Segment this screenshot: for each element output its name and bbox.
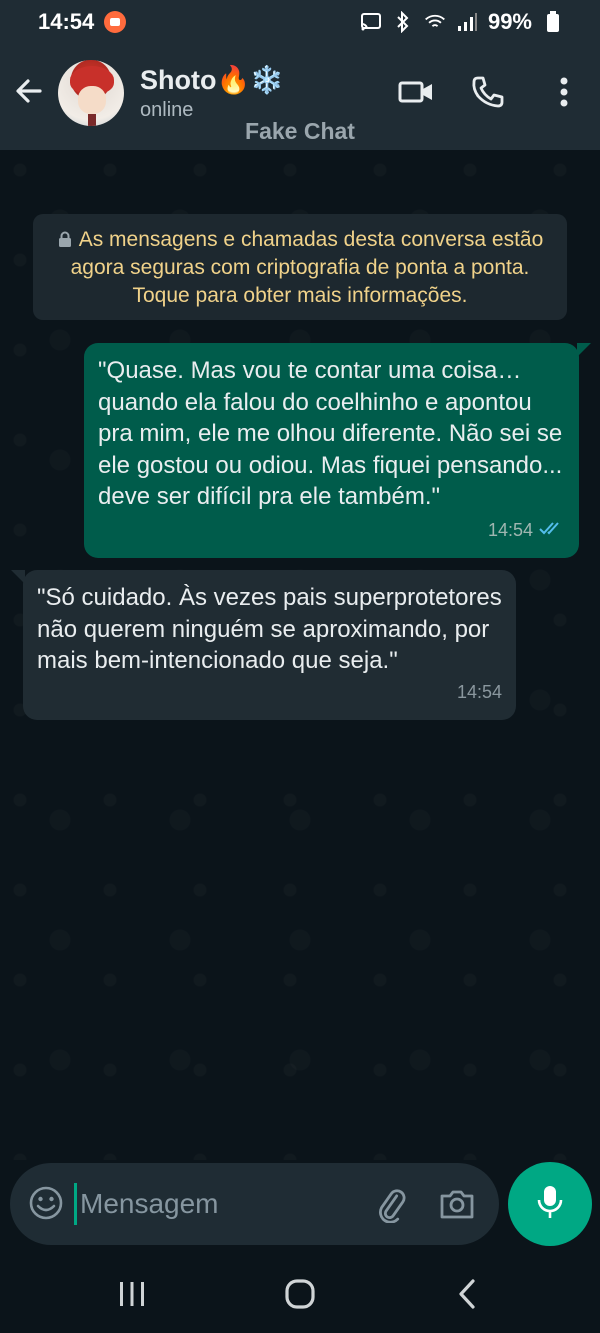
- watermark-label: Fake Chat: [245, 118, 355, 144]
- cast-icon: [360, 11, 382, 33]
- message-meta: 14:54: [488, 515, 565, 547]
- message-text: "Quase. Mas vou te contar uma coisa… qua…: [98, 357, 563, 510]
- message-text: "Só cuidado. Às vezes pais superprotetor…: [37, 584, 502, 674]
- encryption-notice[interactable]: As mensagens e chamadas desta conversa e…: [33, 214, 567, 320]
- message-meta: 14:54: [457, 677, 502, 709]
- message-composer: [10, 1163, 499, 1245]
- chat-area[interactable]: As mensagens e chamadas desta conversa e…: [0, 150, 600, 1160]
- message-input[interactable]: [74, 1183, 354, 1225]
- emoji-icon[interactable]: [28, 1185, 64, 1221]
- video-call-icon[interactable]: [398, 74, 434, 110]
- home-icon[interactable]: [280, 1274, 320, 1314]
- read-ticks-icon: [539, 515, 565, 547]
- back-arrow-icon[interactable]: [12, 74, 46, 108]
- status-time: 14:54: [38, 9, 95, 34]
- message-time: 14:54: [456, 681, 502, 702]
- screen-record-icon: [104, 11, 127, 33]
- avatar[interactable]: [58, 60, 124, 126]
- mic-icon: [535, 1184, 565, 1225]
- phone-icon[interactable]: [470, 74, 506, 110]
- lock-icon: [57, 227, 73, 247]
- wifi-icon: [424, 11, 446, 33]
- camera-icon[interactable]: [438, 1185, 476, 1223]
- status-bar: 14:54 99%: [0, 0, 600, 44]
- bluetooth-icon: [392, 11, 414, 33]
- navigation-bar: [0, 1252, 600, 1333]
- mic-button[interactable]: [508, 1162, 592, 1246]
- more-options-icon[interactable]: [546, 74, 582, 110]
- encryption-text: As mensagens e chamadas desta conversa e…: [70, 228, 544, 307]
- back-nav-icon[interactable]: [448, 1274, 488, 1314]
- status-icons: 99%: [360, 9, 564, 35]
- battery-icon: [542, 11, 564, 33]
- signal-icon: [456, 11, 478, 33]
- battery-percentage: 99%: [487, 9, 532, 34]
- attach-icon[interactable]: [372, 1185, 410, 1224]
- outgoing-message[interactable]: "Quase. Mas vou te contar uma coisa… qua…: [84, 343, 591, 558]
- incoming-message[interactable]: "Só cuidado. Às vezes pais superprotetor…: [11, 570, 516, 720]
- contact-name[interactable]: Shoto🔥❄️: [140, 64, 284, 96]
- message-time: 14:54: [487, 519, 533, 540]
- recent-apps-icon[interactable]: [112, 1274, 152, 1314]
